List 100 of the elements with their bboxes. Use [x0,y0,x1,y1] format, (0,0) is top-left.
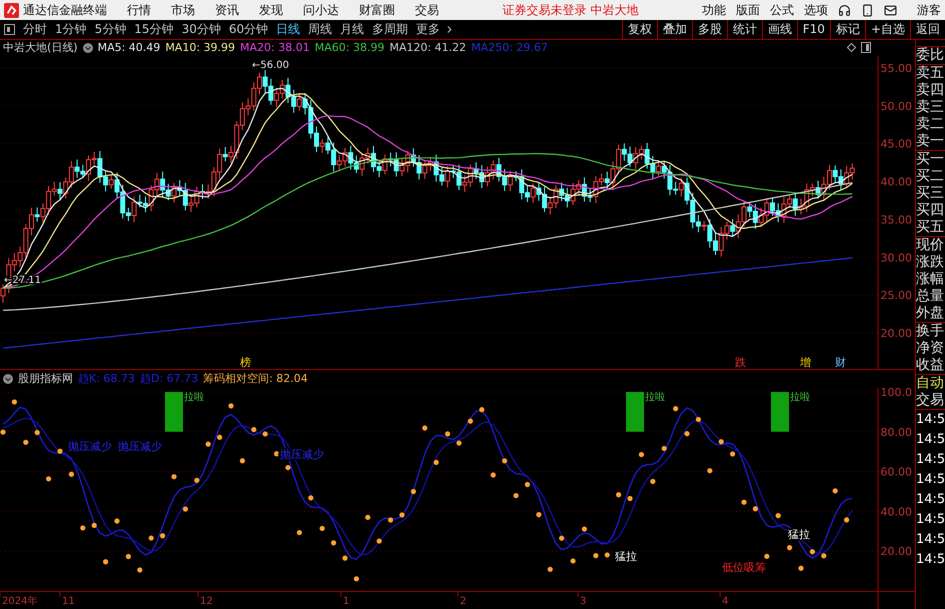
price-axis-label: 40.00 [880,176,912,188]
tool-menu-item[interactable]: 功能 [702,2,726,18]
trade-time: 14:5 [916,491,945,509]
period-tab[interactable]: 1分钟 [51,21,91,38]
chart-title: 中岩大地(日线) [3,40,78,56]
panel-toggle-icon[interactable] [4,24,15,35]
toolbar-action[interactable]: 多股 [692,20,727,39]
quote-label: 卖五 [916,65,945,82]
quote-label: 涨跌 [916,254,945,271]
user-label[interactable]: 游客 [917,2,941,18]
menu-item[interactable]: 交易 [415,2,439,18]
trade-time: 14:5 [916,511,945,529]
signal-label: 榜 [240,356,251,369]
toolbar-action[interactable]: +自选 [864,20,910,39]
ma-legend: MA120: 41.22 [389,41,466,54]
period-tab[interactable]: 30分钟 [178,21,225,38]
period-tab[interactable]: 多周期 [368,21,412,38]
menu-item[interactable]: 市场 [171,2,195,18]
toolbar-action[interactable]: 统计 [726,20,762,39]
trade-time: 14:5 [916,531,945,549]
price-axis-label: 20.00 [880,326,912,340]
indicator-axis-label: 80.00 [880,426,912,439]
signal-label: 增 [800,356,811,369]
date-axis-label: 2 [460,596,466,608]
quote-label: 涨幅 [916,271,945,288]
signal-note: 低位吸筹 [722,560,766,574]
signal-note: 抛压减少 [118,440,162,453]
price-axis-label: 50.00 [880,100,912,113]
trade-time: 14:5 [916,551,945,569]
headset-icon[interactable] [838,4,851,16]
toolbar-action[interactable]: 复权 [622,20,657,39]
trade-time: 14:5 [916,411,945,429]
toolbar-action[interactable]: F10 [796,20,830,39]
price-axis-label: 55.00 [880,62,912,75]
period-tab[interactable]: 60分钟 [224,21,272,38]
period-tab[interactable]: 日线 [272,21,304,38]
trade-label[interactable]: 自动 [916,375,945,392]
date-axis-label: 11 [62,596,75,608]
toolbar-action[interactable]: 标记 [830,20,865,39]
menu-item[interactable]: 资讯 [215,2,239,18]
quote-label: 收益 [916,357,945,374]
high-price-label: ←56.00 [252,60,290,71]
stock-name: 中岩大地 [590,2,638,18]
period-tab[interactable]: 周线 [304,21,336,38]
ma-legend: MA10: 39.99 [165,41,236,54]
tool-menu-item[interactable]: 选项 [804,2,828,18]
quote-label: 买三 [916,185,945,202]
ma-legend: MA20: 38.01 [240,41,310,54]
toolbar-action[interactable]: 叠加 [656,20,692,39]
trade-time: 14:5 [916,431,945,449]
quote-label: 买一 [916,151,945,168]
toolbar-action[interactable]: 画线 [762,20,797,39]
app-logo-icon [4,2,19,18]
signal-note: 抛压减少 [68,440,112,453]
menu-item[interactable]: 发现 [259,2,283,18]
period-tab[interactable]: 15分钟 [130,21,178,38]
toolbar-action[interactable]: 返回 [910,20,945,39]
app-name: 通达信金融终端 [23,2,107,18]
quote-label: 卖二 [916,116,945,133]
date-axis-label: 1 [343,596,350,608]
menu-item[interactable]: 财富圈 [359,2,395,18]
quote-label: 卖四 [916,82,945,99]
period-tab[interactable]: 月线 [336,21,368,38]
menu-item[interactable]: 行情 [127,2,151,18]
trade-label[interactable]: 交易 [916,392,945,409]
ma-legend: MA60: 38.99 [314,41,384,54]
price-axis-label: 25.00 [880,289,912,302]
quote-label: 卖三 [916,99,945,116]
trade-time: 14:5 [916,451,945,469]
quote-label: 外盘 [916,305,945,322]
dropdown-icon[interactable] [3,374,13,384]
mail-icon[interactable] [884,4,897,16]
menu-item[interactable]: 问小达 [303,2,339,18]
trade-time: 14:5 [916,471,945,489]
panel-toggle-icon[interactable] [861,42,871,54]
login-notice: 证券交易未登录 [502,2,586,18]
tool-menu-item[interactable]: 公式 [770,2,794,18]
bar-label: 拉啦 [184,392,204,403]
price-axis-label: 35.00 [880,213,912,226]
signal-bar [771,392,789,432]
more-tab[interactable]: 更多 [412,21,444,38]
price-axis-label: 45.00 [880,138,912,151]
signal-bar [165,392,183,432]
dropdown-icon[interactable] [82,42,93,53]
diamond-icon[interactable] [847,43,856,52]
indicator-value: 趋K: 68.73 [78,371,135,386]
quote-label: 买二 [916,168,945,185]
indicator-axis-label: 20.00 [880,544,912,558]
quote-label: 委比 [916,47,945,64]
indicator-value: 趋D: 67.73 [140,371,198,386]
period-tab[interactable]: 分时 [19,21,51,38]
signal-label: 跌 [735,356,746,369]
signal-label: 财 [835,356,846,369]
period-tab[interactable]: 5分钟 [90,21,130,38]
phone-icon[interactable] [861,4,874,16]
bar-label: 拉啦 [645,392,665,403]
quote-label: 现价 [916,237,945,254]
indicator-name: 股朋指标网 [18,371,73,386]
tool-menu-item[interactable]: 版面 [736,2,760,18]
bar-label: 拉啦 [790,392,810,403]
